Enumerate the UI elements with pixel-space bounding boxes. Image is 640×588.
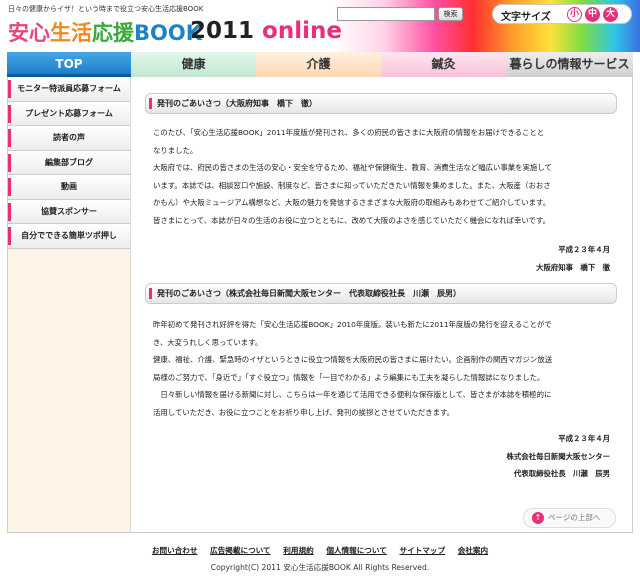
- nav-tab-health[interactable]: 健康: [131, 52, 256, 77]
- signature-date: 平成２３年４月: [558, 434, 610, 443]
- sidebar-item-present-form[interactable]: プレゼント応募フォーム: [8, 101, 130, 126]
- copyright: Copyright(C) 2011 安心生活応援BOOK All Rights …: [210, 563, 430, 572]
- nav-tab-top[interactable]: TOP: [7, 52, 131, 77]
- sidebar-item-video[interactable]: 動画: [8, 175, 130, 200]
- logo-part-1: 安心: [8, 21, 50, 45]
- paragraph-line: 局様のご努力で、「身近で」「すぐ役立つ」情報を「一目でわかる」よう編集にも工夫を…: [153, 372, 545, 382]
- signature-company: 株式会社毎日新聞大阪センター: [506, 451, 610, 461]
- footer-link-contact[interactable]: お問い合わせ: [152, 546, 198, 555]
- footer-divider: [7, 532, 633, 533]
- nav-tab-care[interactable]: 介護: [256, 52, 381, 77]
- sidebar-item-tsubo[interactable]: 自分でできる簡単ツボ押し: [8, 224, 130, 249]
- arrow-up-icon: ↑: [532, 512, 544, 524]
- footer-link-privacy[interactable]: 個人情報について: [326, 546, 387, 555]
- font-size-switcher: 文字サイズ 小 中 大: [492, 4, 632, 24]
- signature-name: 代表取締役社長 川瀬 辰男: [513, 469, 610, 479]
- signature-governor: 平成２３年４月 大阪府知事 橋下 徹: [536, 241, 610, 276]
- section-body-mainichi: 昨年初めて発刊され好評を得た「安心生活応援BOOK」2010年度版。装いも新たに…: [153, 316, 615, 422]
- section-heading-mainichi: 発刊のごあいさつ（株式会社毎日新聞大阪センター 代表取締役社長 川瀬 辰男）: [145, 283, 617, 304]
- section-body-governor: このたび、「安心生活応援BOOK」2011年度版が発刊され、多くの府民の皆さまに…: [153, 124, 615, 230]
- sidebar-item-sponsors[interactable]: 協賛スポンサー: [8, 199, 130, 224]
- main-content: 発刊のごあいさつ（大阪府知事 橋下 徹） このたび、「安心生活応援BOOK」20…: [131, 77, 633, 532]
- paragraph-line: かもん）や大阪ミュージアム構想など、大阪の魅力を発信するさまざまな大阪府の取組み…: [153, 198, 551, 208]
- logo-edition: 2011 online: [190, 18, 342, 44]
- site-logo[interactable]: 安心生活応援BOOK: [8, 17, 202, 47]
- paragraph-line: 活用していただき、お役に立つことをお祈り申し上げ、発刊の挨拶とさせていただきます…: [153, 407, 455, 417]
- paragraph-line: き、大変うれしく思っています。: [153, 337, 263, 347]
- paragraph-line: 日々新しい情報を届ける新聞に対し、こちらは一年を通じて活用できる便利な保存版とし…: [153, 390, 552, 400]
- font-size-large-button[interactable]: 大: [603, 7, 618, 22]
- nav-tab-acupuncture[interactable]: 鍼灸: [381, 52, 506, 77]
- sidebar-item-reader-voice[interactable]: 読者の声: [8, 126, 130, 151]
- footer-link-company[interactable]: 会社案内: [458, 546, 488, 555]
- site-tagline: 日々の健康からイザ！という時まで役立つ安心生活応援BOOK: [8, 5, 204, 13]
- footer-links: お問い合わせ 広告掲載について 利用規約 個人情報について サイトマップ 会社案…: [0, 545, 640, 556]
- sidebar-item-monitor-form[interactable]: モニター特派員応募フォーム: [8, 77, 130, 102]
- page-top-label: ページの上部へ: [548, 513, 601, 522]
- footer-link-advertising[interactable]: 広告掲載について: [210, 546, 271, 555]
- signature-date: 平成２３年４月: [558, 245, 610, 254]
- paragraph-line: このたび、「安心生活応援BOOK」2011年度版が発刊され、多くの府民の皆さまに…: [153, 128, 545, 137]
- paragraph-line: 健康、福祉、介護、緊急時のイザというときに役立つ情報を大阪府民の皆さまに届けたい…: [153, 355, 553, 365]
- logo-year: 2011: [190, 18, 255, 44]
- section-heading-governor: 発刊のごあいさつ（大阪府知事 橋下 徹）: [145, 93, 617, 114]
- font-size-label: 文字サイズ: [501, 12, 551, 23]
- font-size-small-button[interactable]: 小: [567, 7, 582, 22]
- sidebar-item-editor-blog[interactable]: 編集部ブログ: [8, 150, 130, 175]
- sidebar: モニター特派員応募フォーム プレゼント応募フォーム 読者の声 編集部ブログ 動画…: [7, 77, 131, 532]
- footer-link-sitemap[interactable]: サイトマップ: [400, 546, 446, 555]
- search-button[interactable]: 検索: [438, 7, 463, 21]
- logo-part-3: 応援: [92, 21, 134, 45]
- font-size-medium-button[interactable]: 中: [585, 7, 600, 22]
- footer-link-terms[interactable]: 利用規約: [283, 546, 313, 555]
- signature-name: 大阪府知事 橋下 徹: [536, 262, 610, 272]
- logo-online: online: [262, 18, 342, 44]
- search-input[interactable]: [337, 7, 435, 21]
- paragraph-line: 皆さまにとって、本誌が日々の生活のお役に立つとともに、改めて大阪のよさを感じてい…: [153, 215, 550, 225]
- paragraph-line: 昨年初めて発刊され好評を得た「安心生活応援BOOK」2010年度版。装いも新たに…: [153, 320, 552, 329]
- logo-part-2: 生活: [50, 21, 92, 45]
- global-nav: TOP 健康 介護 鍼灸 暮らしの情報サービス: [7, 52, 633, 77]
- paragraph-line: います。本誌では、相談窓口や施設、制度など、皆さまに知っていただきたい情報を集め…: [153, 180, 551, 190]
- paragraph-line: 大阪府では、府民の皆さまの生活の安心・安全を守るため、福祉や保健衛生、教育、消費…: [153, 163, 552, 173]
- nav-tab-living-info[interactable]: 暮らしの情報サービス: [506, 52, 633, 77]
- page-top-button[interactable]: ↑ ページの上部へ: [523, 508, 616, 528]
- signature-mainichi: 平成２３年４月 株式会社毎日新聞大阪センター 代表取締役社長 川瀬 辰男: [507, 430, 610, 483]
- paragraph-line: なりました。: [153, 145, 198, 155]
